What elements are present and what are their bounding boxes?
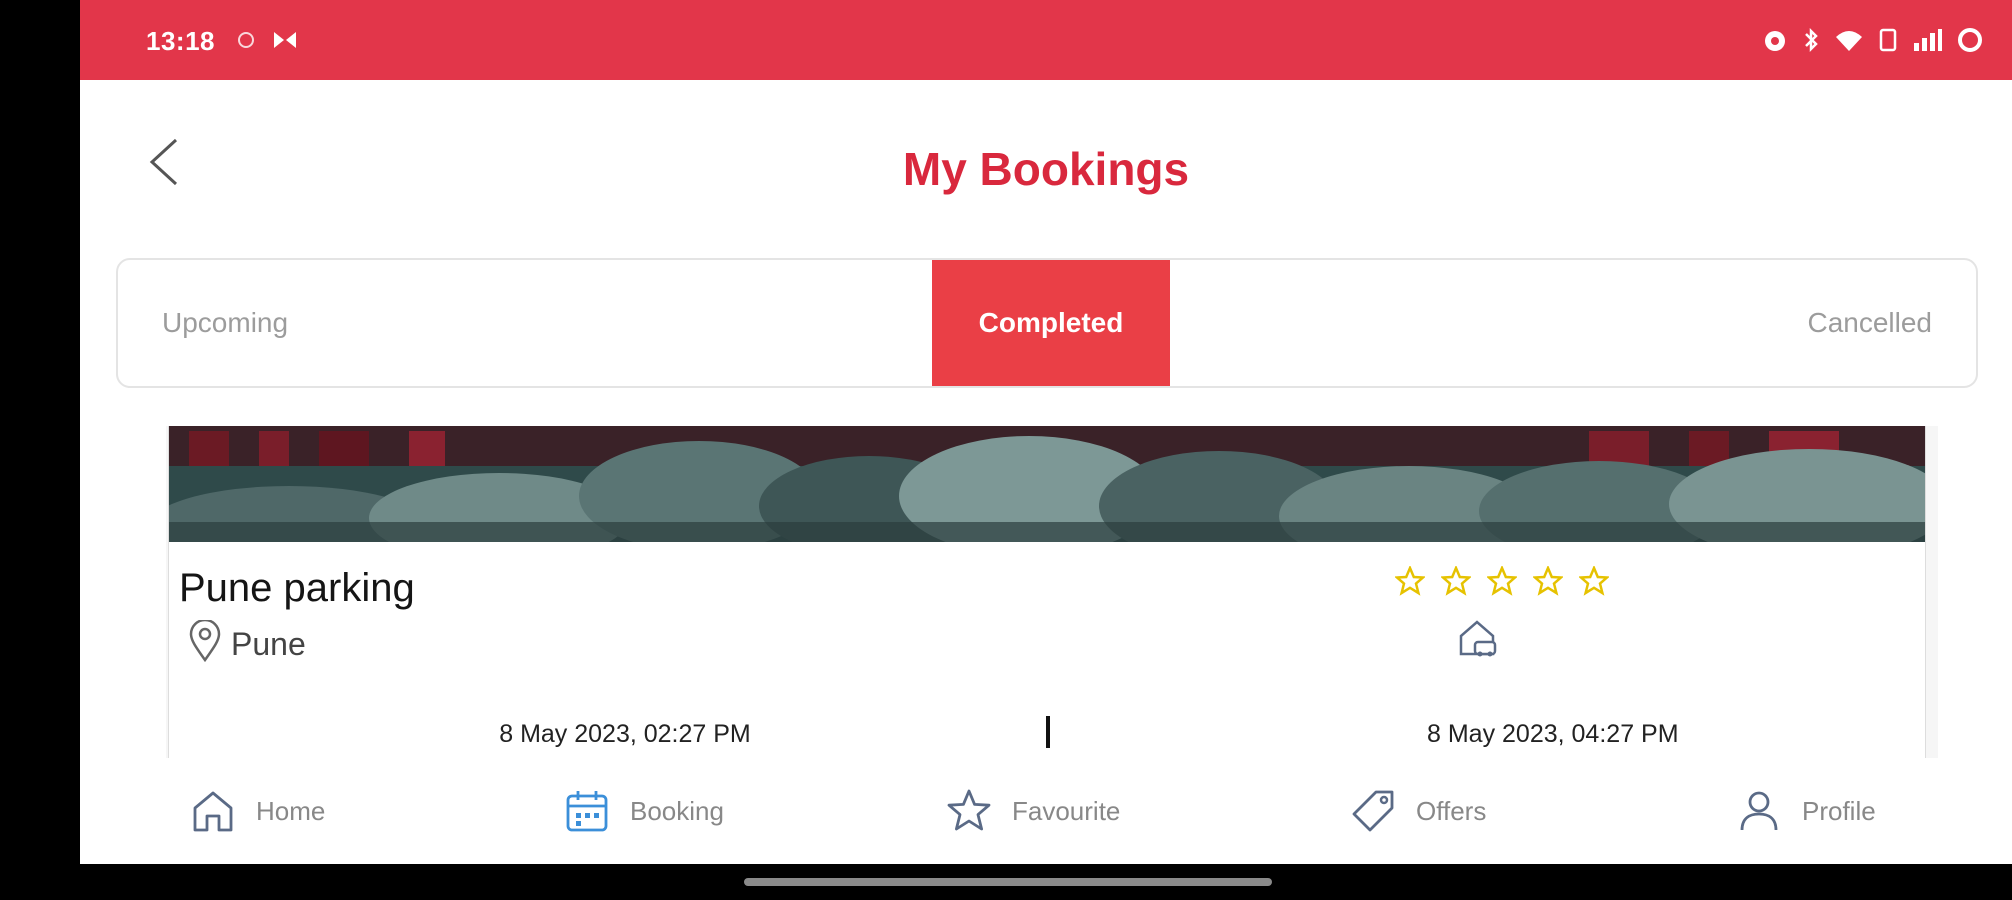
garage-icon — [1457, 616, 1501, 665]
booking-card[interactable]: Pune parking Pune 8 May 2023, 02:27 PM 8… — [168, 426, 1926, 766]
tag-icon — [1352, 790, 1394, 832]
nav-home[interactable]: Home — [190, 788, 325, 834]
page-title: My Bookings — [902, 143, 1190, 195]
nav-booking[interactable]: Booking — [564, 788, 724, 834]
battery-icon — [1956, 26, 1984, 59]
bluetooth-icon — [1802, 27, 1820, 58]
status-bar: 13:18 — [80, 0, 2012, 80]
app-screen: 13:18 My Bookings Upcoming Completed Can… — [80, 0, 2012, 864]
calendar-icon — [566, 791, 608, 832]
star-icon — [1579, 566, 1609, 596]
nav-favourite-label: Favourite — [1012, 795, 1121, 826]
home-icon — [193, 791, 233, 832]
rating-stars — [1395, 566, 1609, 596]
bottom-navigation: Home Booking Favourite Offers Profile — [80, 758, 2012, 864]
booking-tabs: Upcoming Completed Cancelled — [116, 258, 1978, 388]
sim-icon — [1878, 27, 1898, 58]
parking-city: Pune — [231, 626, 306, 662]
status-icons — [1762, 26, 1984, 59]
nav-home-label: Home — [256, 795, 326, 826]
tab-upcoming[interactable]: Upcoming — [162, 260, 288, 386]
status-time: 13:18 — [146, 26, 215, 56]
nav-profile-label: Profile — [1802, 795, 1876, 826]
star-icon — [1441, 566, 1471, 596]
star-icon — [1395, 566, 1425, 596]
tab-completed[interactable]: Completed — [932, 260, 1170, 386]
booking-end-time: 8 May 2023, 04:27 PM — [1427, 720, 1679, 748]
notification-dot-icon — [236, 30, 256, 55]
time-divider — [1046, 716, 1050, 748]
home-indicator[interactable] — [744, 878, 1272, 886]
star-icon — [1487, 566, 1517, 596]
alarm-icon — [1762, 27, 1788, 58]
signal-icon — [1912, 27, 1942, 58]
wifi-icon — [1834, 27, 1864, 58]
booking-start-time: 8 May 2023, 02:27 PM — [499, 720, 751, 748]
nav-favourite[interactable]: Favourite — [946, 788, 1120, 834]
nav-booking-label: Booking — [630, 795, 724, 826]
tab-cancelled[interactable]: Cancelled — [1807, 260, 1932, 386]
parking-lot-image — [169, 426, 1925, 542]
star-icon — [1533, 566, 1563, 596]
parking-name: Pune parking — [179, 566, 415, 610]
nav-profile[interactable]: Profile — [1736, 788, 1876, 834]
nav-offers-label: Offers — [1416, 795, 1487, 826]
user-icon — [1740, 791, 1778, 831]
star-icon — [947, 789, 991, 831]
location-pin-icon — [187, 618, 223, 669]
media-icon — [272, 30, 298, 55]
nav-offers[interactable]: Offers — [1350, 788, 1486, 834]
